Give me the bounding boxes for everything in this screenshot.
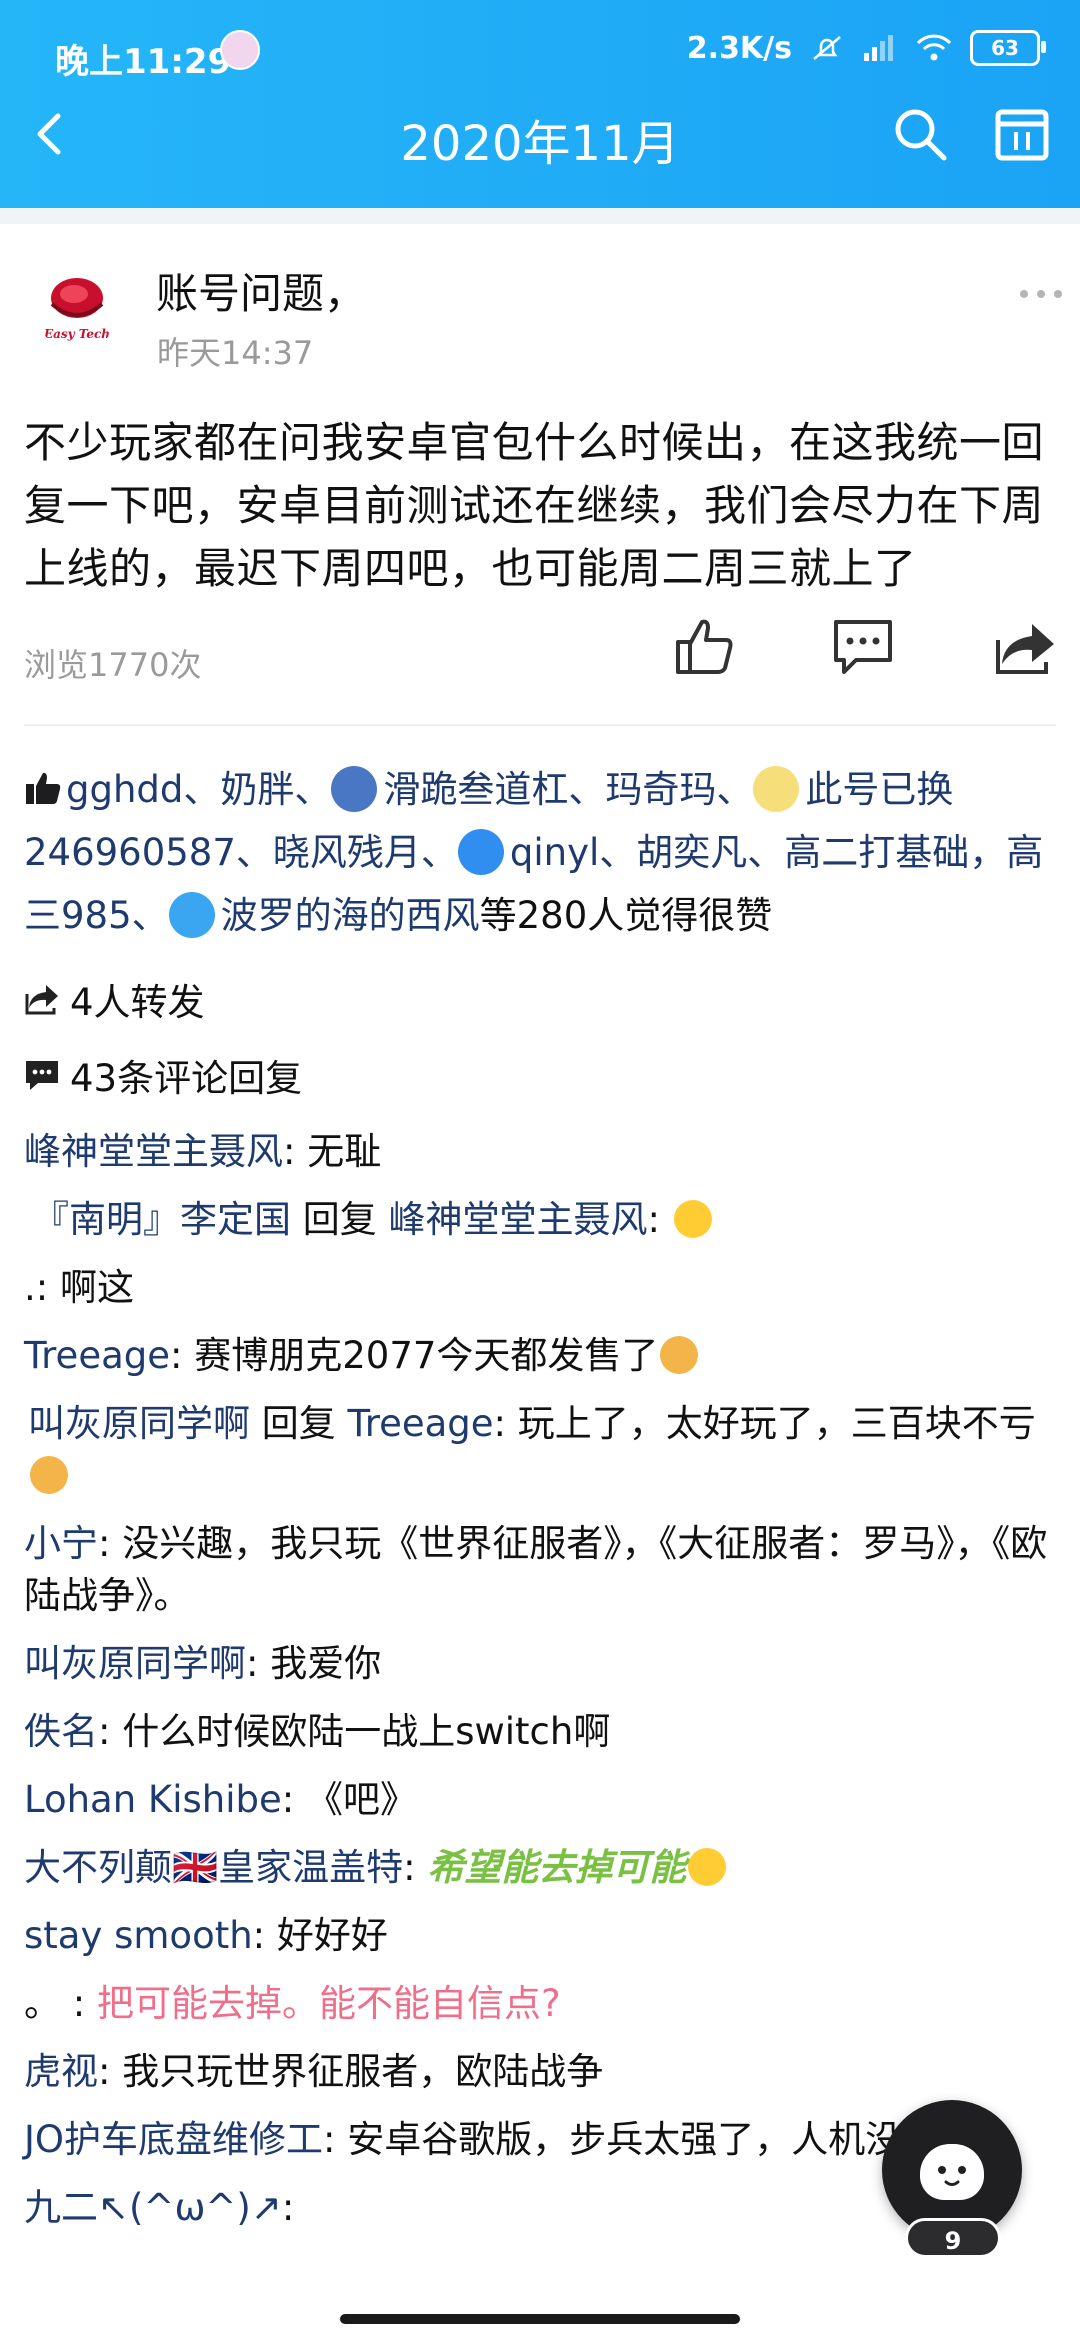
like-icon[interactable]: [672, 614, 736, 678]
comment-user[interactable]: 叫灰原同学啊: [28, 1402, 250, 1445]
comment-item[interactable]: 峰神堂堂主聂风: 无耻: [24, 1126, 1060, 1178]
share-icon[interactable]: [992, 618, 1058, 676]
comment-user[interactable]: 叫灰原同学啊: [24, 1642, 246, 1685]
comment-list: 峰神堂堂主聂风: 无耻 『南明』李定国 回复 峰神堂堂主聂风: .: 啊这 Tr…: [24, 1126, 1060, 2250]
doge-emoji-icon: [30, 1456, 68, 1494]
comment-item[interactable]: Lohan Kishibe: 《吧》: [24, 1774, 1060, 1826]
comment-item[interactable]: 叫灰原同学啊: 我爱你: [24, 1638, 1060, 1690]
comment-item[interactable]: 大不列颠🇬🇧皇家温盖特: 希望能去掉可能: [24, 1842, 1060, 1894]
comment-item[interactable]: 叫灰原同学啊 回复 Treeage: 玩上了，太好玩了，三百块不亏: [24, 1398, 1060, 1502]
comment-item[interactable]: 小宁: 没兴趣，我只玩《世界征服者》，《大征服者：罗马》，《欧陆战争》。: [24, 1518, 1060, 1622]
comment-item[interactable]: .: 啊这: [24, 1262, 1060, 1314]
comment-user[interactable]: .: [24, 1266, 36, 1309]
comment-user[interactable]: Treeage: [24, 1334, 170, 1377]
more-icon[interactable]: [1018, 288, 1064, 300]
comment-small-icon: [26, 1061, 58, 1090]
forward-icon: [25, 985, 58, 1015]
comment-item[interactable]: 虎视: 我只玩世界征服者，欧陆战争: [24, 2046, 1060, 2098]
like-names-1[interactable]: gghdd、奶胖、: [66, 768, 331, 811]
mute-bell-icon: [813, 36, 841, 60]
user-avatar-icon: [331, 766, 378, 812]
top-header: 晚上11:29 2.3K/s 63 2020年11月: [0, 0, 1080, 208]
comment-user[interactable]: 虎视: [24, 2050, 98, 2093]
view-count: 浏览1770次: [24, 646, 202, 684]
home-indicator[interactable]: [340, 2314, 740, 2324]
comment-item[interactable]: 。 : 把可能去掉。能不能自信点?: [24, 1978, 1060, 2030]
status-mascot-icon: [220, 30, 260, 70]
post-title: 账号问题，: [156, 269, 367, 318]
reply-target[interactable]: 峰神堂堂主聂风: [389, 1198, 648, 1241]
like-names-5[interactable]: 波罗的海的西风: [221, 894, 480, 937]
status-time: 晚上11:29: [55, 42, 232, 82]
forward-count[interactable]: 4人转发: [24, 972, 205, 1026]
comment-user[interactable]: 小宁: [24, 1522, 98, 1565]
comment-item[interactable]: stay smooth: 好好好: [24, 1910, 1060, 1962]
like-summary: 等280人觉得很赞: [479, 894, 773, 937]
doge-emoji-icon: [660, 1336, 699, 1374]
search-icon[interactable]: [890, 104, 950, 164]
reply-target[interactable]: Treeage: [348, 1402, 494, 1445]
like-small-icon: [26, 772, 61, 804]
post-body: 不少玩家都在问我安卓官包什么时候出，在这我统一回复一下吧，安卓目前测试还在继续，…: [24, 418, 1045, 593]
status-icons: 2.3K/s 63: [686, 30, 1046, 66]
comment-user[interactable]: 峰神堂堂主聂风: [24, 1130, 283, 1173]
section-gap: [0, 208, 1080, 224]
battery-indicator: 63: [970, 30, 1046, 66]
fab-badge: 9: [905, 2218, 1001, 2258]
post-time: 昨天14:37: [157, 334, 314, 372]
comment-user[interactable]: JO护车底盘维修工: [24, 2118, 323, 2161]
comment-user[interactable]: 大不列颠🇬🇧皇家温盖特: [24, 1846, 403, 1889]
forward-count-text: 4人转发: [70, 981, 205, 1024]
comment-user[interactable]: 九二↖(^ω^)↗: [24, 2186, 282, 2229]
comment-item[interactable]: 『南明』李定国 回复 峰神堂堂主聂风:: [24, 1194, 1060, 1246]
comment-user[interactable]: 佚名: [24, 1710, 98, 1753]
comment-item[interactable]: 佚名: 什么时候欧陆一战上switch啊: [24, 1706, 1060, 1758]
comment-user[interactable]: Lohan Kishibe: [24, 1778, 282, 1821]
divider: [24, 724, 1056, 726]
smirk-emoji-icon: [688, 1848, 727, 1886]
comment-user[interactable]: 『南明』李定国: [32, 1198, 291, 1241]
comment-user[interactable]: stay smooth: [24, 1914, 253, 1957]
wifi-icon: [916, 34, 952, 61]
network-speed: 2.3K/s: [686, 30, 792, 66]
comment-count[interactable]: 43条评论回复: [24, 1048, 302, 1102]
avatar-logo-text: Easy Tech: [43, 327, 110, 341]
comment-item[interactable]: Treeage: 赛博朋克2077今天都发售了: [24, 1330, 1060, 1382]
signal-icon: [864, 35, 893, 61]
laugh-cry-emoji-icon: [673, 1200, 712, 1238]
likes-list: gghdd、奶胖、 滑跪叁道杠、玛奇玛、 此号已换246960587、晓风残月、 qi…: [24, 758, 1064, 947]
user-avatar-icon: [753, 766, 800, 812]
rocket-avatar-icon: [457, 829, 504, 875]
mascot-icon: [920, 2144, 984, 2200]
comment-user[interactable]: 。: [24, 1982, 61, 2025]
calendar-icon[interactable]: [992, 104, 1052, 164]
like-names-2[interactable]: 滑跪叁道杠、玛奇玛、: [383, 768, 753, 811]
radiation-avatar-icon: [168, 892, 215, 938]
comment-count-text: 43条评论回复: [70, 1057, 303, 1100]
comment-icon[interactable]: [830, 616, 896, 676]
author-avatar[interactable]: Easy Tech: [34, 264, 120, 350]
